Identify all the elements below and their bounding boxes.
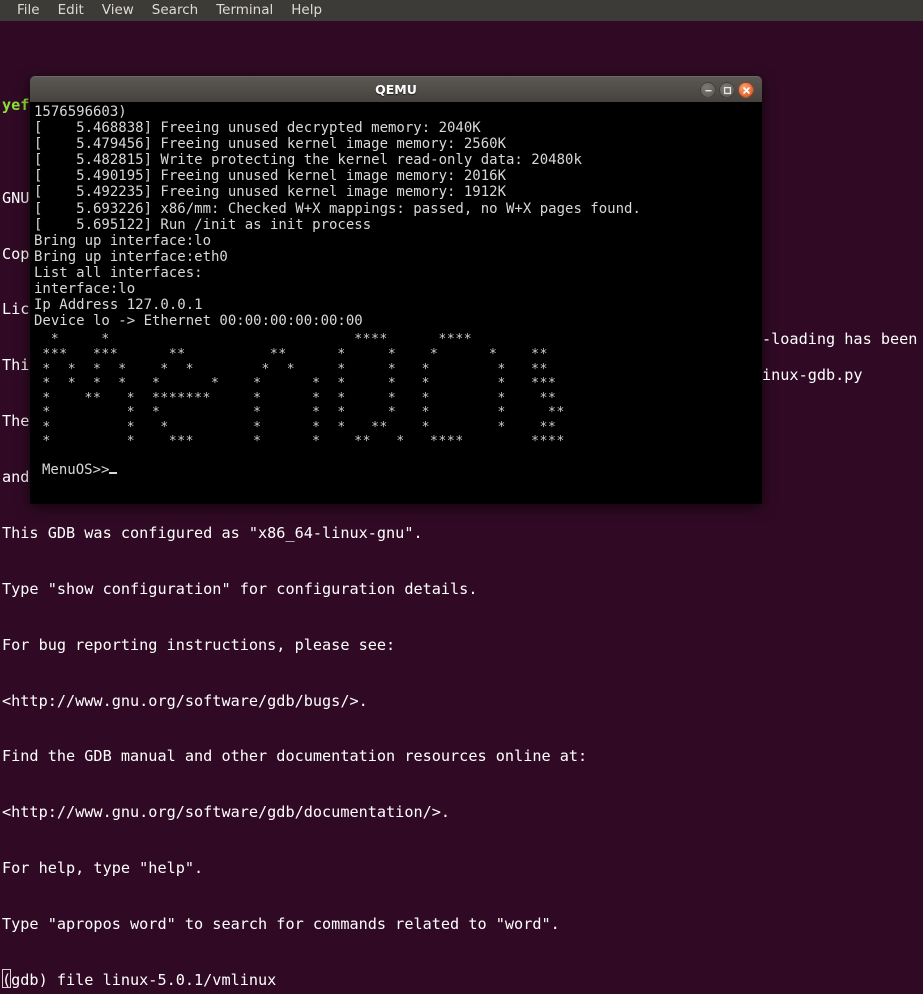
menuos-prompt-text: MenuOS>> bbox=[42, 462, 110, 479]
menuos-ascii-banner: * * **** **** *** *** ** ** * * * * ** *… bbox=[42, 332, 565, 450]
qemu-guest-screen[interactable]: 1576596603) [ 5.468838] Freeing unused d… bbox=[30, 102, 762, 504]
menu-edit[interactable]: Edit bbox=[49, 0, 93, 21]
gdb-banner-line: For bug reporting instructions, please s… bbox=[2, 635, 396, 654]
gdb-banner-line: This GDB was configured as "x86_64-linux… bbox=[2, 523, 423, 542]
minimize-icon[interactable] bbox=[700, 82, 716, 98]
qemu-boot-line: interface:lo bbox=[34, 281, 136, 298]
terminal-fragment-right: -loading has been bbox=[762, 330, 918, 348]
terminal-text-cursor bbox=[2, 969, 11, 988]
qemu-boot-line: [ 5.468838] Freeing unused decrypted mem… bbox=[34, 120, 481, 137]
qemu-window[interactable]: QEMU 1576596603) [ 5.468838] Freeing unu… bbox=[30, 76, 762, 504]
gnome-terminal-window: File Edit View Search Terminal Help yefe… bbox=[0, 0, 923, 994]
terminal-fragment-right: inux-gdb.py bbox=[762, 366, 863, 384]
menu-terminal[interactable]: Terminal bbox=[207, 0, 282, 21]
qemu-boot-line: [ 5.492235] Freeing unused kernel image … bbox=[34, 184, 507, 201]
qemu-boot-line: Ip Address 127.0.0.1 bbox=[34, 297, 203, 314]
gdb-banner-line: Find the GDB manual and other documentat… bbox=[2, 747, 588, 766]
qemu-boot-line: Bring up interface:lo bbox=[34, 232, 212, 249]
qemu-boot-line: List all interfaces: bbox=[34, 264, 203, 281]
menu-help[interactable]: Help bbox=[282, 0, 331, 21]
gdb-banner-line: For help, type "help". bbox=[2, 859, 204, 878]
qemu-titlebar[interactable]: QEMU bbox=[30, 76, 762, 102]
menu-view[interactable]: View bbox=[93, 0, 143, 21]
menu-file[interactable]: File bbox=[8, 0, 49, 21]
qemu-boot-line: [ 5.490195] Freeing unused kernel image … bbox=[34, 168, 507, 185]
menu-search[interactable]: Search bbox=[143, 0, 207, 21]
qemu-boot-line: Bring up interface:eth0 bbox=[34, 248, 228, 265]
qemu-window-title: QEMU bbox=[375, 82, 417, 97]
qemu-boot-line: [ 5.479456] Freeing unused kernel image … bbox=[34, 136, 507, 153]
gdb-command-line: (gdb) file linux-5.0.1/vmlinux bbox=[2, 970, 277, 989]
qemu-boot-line: 1576596603) bbox=[34, 104, 127, 120]
maximize-icon[interactable] bbox=[719, 82, 735, 98]
qemu-boot-line: Device lo -> Ethernet 00:00:00:00:00:00 bbox=[34, 313, 363, 330]
close-icon[interactable] bbox=[738, 82, 754, 98]
qemu-boot-line: [ 5.695122] Run /init as init process bbox=[34, 216, 372, 233]
menuos-prompt-line[interactable]: MenuOS>> bbox=[34, 462, 762, 478]
gdb-banner-line: Type "show configuration" for configurat… bbox=[2, 579, 478, 598]
qemu-window-controls bbox=[700, 77, 754, 103]
qemu-boot-line: [ 5.482815] Write protecting the kernel … bbox=[34, 152, 582, 169]
gdb-banner-line: Type "apropos word" to search for comman… bbox=[2, 915, 560, 933]
qemu-boot-line: [ 5.693226] x86/mm: Checked W+X mappings… bbox=[34, 200, 641, 217]
gdb-banner-line: <http://www.gnu.org/software/gdb/bugs/>. bbox=[2, 691, 368, 710]
menuos-cursor-icon bbox=[109, 472, 118, 475]
menubar: File Edit View Search Terminal Help bbox=[0, 0, 923, 21]
gdb-banner-line: <http://www.gnu.org/software/gdb/documen… bbox=[2, 803, 451, 822]
